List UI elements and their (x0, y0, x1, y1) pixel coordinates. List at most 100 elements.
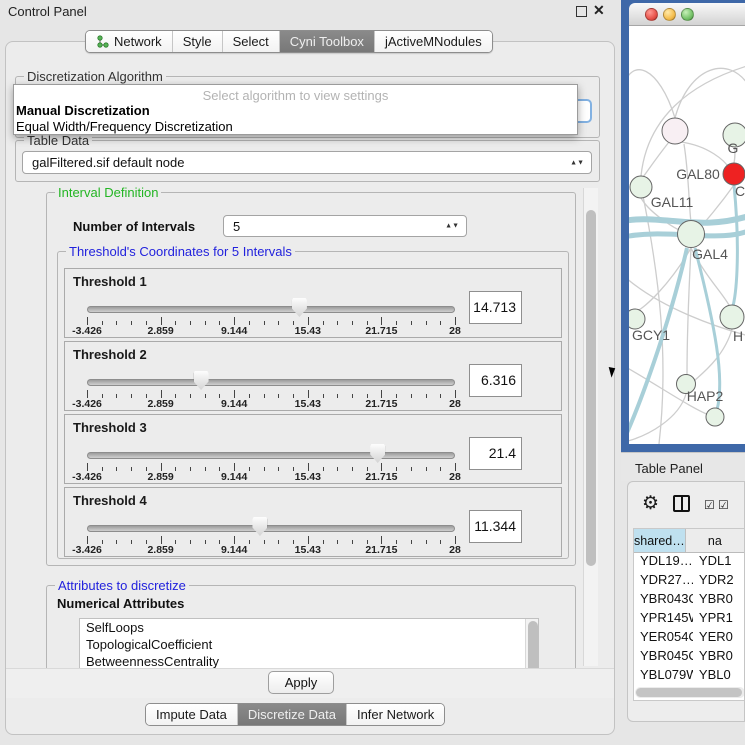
table-row[interactable]: YDR27…YDR2 (634, 572, 745, 591)
checkbox-icon[interactable]: ☑ (704, 498, 715, 512)
network-node[interactable] (723, 163, 745, 185)
slider-ticks (87, 390, 455, 398)
attribute-list-item[interactable]: SelfLoops (80, 619, 538, 636)
tab-jactivemnodules[interactable]: jActiveMNodules (375, 31, 492, 52)
node-table: shared… na YDL19…YDL1YDR27…YDR2YBR043CYB… (633, 528, 745, 701)
close-traffic-light-icon[interactable] (645, 8, 658, 21)
network-node[interactable] (630, 176, 652, 198)
attribute-list-item[interactable]: TopologicalCoefficient (80, 636, 538, 653)
table-cell[interactable]: YPR145W (634, 610, 693, 629)
threshold-label: Threshold 3 (73, 420, 147, 435)
gear-icon[interactable]: ⚙ (642, 494, 659, 513)
tab-impute-data[interactable]: Impute Data (146, 704, 238, 725)
apply-button[interactable]: Apply (268, 671, 334, 694)
tab-cyni-toolbox[interactable]: Cyni Toolbox (280, 31, 375, 52)
slider-thumb[interactable] (194, 371, 209, 390)
table-cell[interactable]: YDR2 (693, 572, 745, 591)
table-cell[interactable]: YBR045C (634, 648, 693, 667)
slider-thumb[interactable] (292, 298, 307, 317)
slider-track[interactable] (87, 525, 455, 532)
float-window-icon[interactable] (576, 6, 587, 17)
threshold-value-field[interactable]: 6.316 (469, 364, 522, 397)
network-node[interactable] (678, 221, 705, 248)
attributes-list-scrollbar[interactable] (525, 619, 538, 668)
table-header-row: shared… na (634, 529, 745, 553)
threshold-2-box: Threshold 2-3.4262.8599.14415.4321.71528… (64, 341, 562, 411)
tab-style[interactable]: Style (173, 31, 223, 52)
table-row[interactable]: YBL079WYBL0 (634, 667, 745, 686)
slider-ticks (87, 463, 455, 471)
column-header-name[interactable]: na (686, 529, 745, 552)
table-cell[interactable]: YBR043C (634, 591, 693, 610)
table-cell[interactable]: YBL0 (693, 667, 745, 686)
combo-spinner-icon: ▲▼ (445, 224, 459, 229)
table-row[interactable]: YBR043CYBR0 (634, 591, 745, 610)
table-row[interactable]: YER054CYER0 (634, 629, 745, 648)
minimize-traffic-light-icon[interactable] (663, 8, 676, 21)
network-canvas[interactable]: GAL80GCGAL11GAL4GCY1HHAP2 (629, 26, 745, 444)
table-row[interactable]: YBR045CYBR0 (634, 648, 745, 667)
cyni-bottom-tab-bar: Impute Data Discretize Data Infer Networ… (145, 703, 445, 726)
number-of-intervals-combobox[interactable]: 5 ▲▼ (223, 215, 467, 237)
table-cell[interactable]: YBR0 (693, 648, 745, 667)
slider-track[interactable] (87, 452, 455, 459)
control-panel-title: Control Panel (8, 4, 87, 19)
table-row[interactable]: YDL19…YDL1 (634, 553, 745, 572)
close-icon[interactable]: ✕ (593, 2, 605, 19)
threshold-value-field[interactable]: 21.4 (469, 437, 522, 470)
network-window-titlebar[interactable] (629, 3, 745, 26)
checkbox-icon[interactable]: ☑ (718, 498, 729, 512)
network-node[interactable] (662, 118, 688, 144)
zoom-traffic-light-icon[interactable] (681, 8, 694, 21)
threshold-value-field[interactable]: 11.344 (469, 510, 522, 543)
network-node-label: H (733, 328, 743, 344)
threshold-1-box: Threshold 1-3.4262.8599.14415.4321.71528… (64, 268, 562, 338)
slider-scale-labels: -3.4262.8599.14415.4321.71528 (87, 471, 455, 483)
table-cell[interactable]: YPR1 (693, 610, 745, 629)
tab-discretize-data[interactable]: Discretize Data (238, 704, 347, 725)
attributes-group-label: Attributes to discretize (55, 578, 189, 593)
attribute-list-item[interactable]: BetweennessCentrality (80, 653, 538, 668)
network-node[interactable] (706, 408, 724, 426)
slider-ticks (87, 536, 455, 544)
column-header-shared-name[interactable]: shared… (634, 529, 686, 552)
slider-track[interactable] (87, 379, 455, 386)
table-cell[interactable]: YER054C (634, 629, 693, 648)
combo-spinner-icon: ▲▼ (570, 160, 584, 165)
threshold-value-field[interactable]: 14.713 (469, 291, 522, 324)
network-node[interactable] (720, 305, 744, 329)
table-row[interactable]: YPR145WYPR1 (634, 610, 745, 629)
table-cell[interactable]: YBL079W (634, 667, 693, 686)
algorithm-option-equal-width[interactable]: Equal Width/Frequency Discretization (14, 119, 577, 135)
threshold-label: Threshold 4 (73, 493, 147, 508)
threshold-3-box: Threshold 3 -3.4262.8599.14415.4321.71528… (64, 414, 562, 484)
control-panel: Control Panel ✕ Network Style Select Cyn… (0, 0, 621, 745)
table-cell[interactable]: YDL19… (634, 553, 693, 572)
algorithm-option-manual[interactable]: Manual Discretization (14, 103, 577, 119)
network-node-label: GCY1 (632, 327, 670, 343)
slider-thumb[interactable] (370, 444, 385, 463)
numerical-attributes-list[interactable]: SelfLoopsTopologicalCoefficientBetweenne… (79, 618, 539, 668)
tab-select[interactable]: Select (223, 31, 280, 52)
table-cell[interactable]: YBR0 (693, 591, 745, 610)
slider-track[interactable] (87, 306, 455, 313)
slider-ticks (87, 317, 455, 325)
table-horizontal-scrollbar[interactable] (635, 687, 745, 698)
interval-definition-label: Interval Definition (55, 186, 161, 200)
split-columns-icon[interactable] (673, 495, 690, 512)
table-cell[interactable]: YER0 (693, 629, 745, 648)
algorithm-dropdown-popup: Select algorithm to view settings Manual… (13, 84, 578, 135)
table-data-combobox[interactable]: galFiltered.sif default node ▲▼ (22, 151, 592, 174)
tab-network[interactable]: Network (86, 31, 173, 52)
slider-thumb[interactable] (252, 517, 267, 536)
network-node[interactable] (629, 309, 645, 329)
slider-scale-labels: -3.4262.8599.14415.4321.71528 (87, 544, 455, 556)
tab-infer-network[interactable]: Infer Network (347, 704, 444, 725)
thresholds-group: Threshold's Coordinates for 5 Intervals … (57, 251, 569, 559)
control-panel-tab-bar: Network Style Select Cyni Toolbox jActiv… (85, 30, 493, 53)
network-icon (96, 35, 109, 48)
settings-scrollbar[interactable] (583, 188, 598, 666)
algorithm-popup-placeholder: Select algorithm to view settings (14, 88, 577, 103)
table-cell[interactable]: YDL1 (693, 553, 745, 572)
table-cell[interactable]: YDR27… (634, 572, 693, 591)
